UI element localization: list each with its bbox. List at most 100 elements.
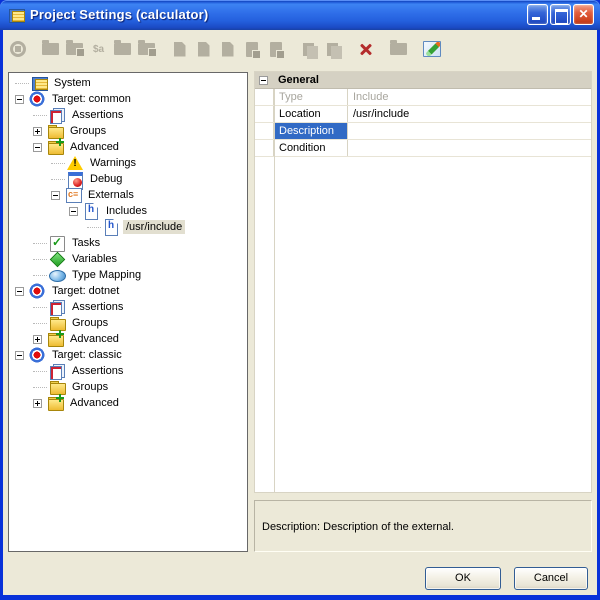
tree-item-variables[interactable]: Variables	[69, 252, 120, 266]
tree-row: Advanced	[9, 331, 247, 347]
property-value-location[interactable]: /usr/include	[348, 106, 591, 122]
property-row-condition: Condition	[255, 140, 591, 157]
tree-row: Target: dotnet	[9, 283, 247, 299]
tree-indent	[9, 211, 69, 212]
property-value-type[interactable]: Include	[348, 89, 591, 105]
folder-plus-icon	[47, 139, 63, 155]
tree-item-externals[interactable]: Externals	[85, 188, 137, 202]
document-1-icon	[170, 39, 189, 59]
tree-item-groups[interactable]: Groups	[69, 380, 111, 394]
property-name-type[interactable]: Type	[274, 89, 348, 105]
collapse-icon[interactable]	[51, 191, 60, 200]
tree-indent	[9, 387, 33, 388]
new-item-icon	[8, 39, 27, 59]
tree-row: Assertions	[9, 107, 247, 123]
tree-item-advanced[interactable]: Advanced	[67, 396, 122, 410]
folder-plus-icon	[47, 331, 63, 347]
tree-indent	[9, 243, 33, 244]
expand-icon[interactable]	[33, 127, 42, 136]
tree-connector-line	[51, 163, 65, 164]
target-icon	[29, 283, 45, 299]
tree-item-type-mapping[interactable]: Type Mapping	[69, 268, 144, 282]
tree-connector-line	[15, 83, 29, 84]
maximize-button[interactable]	[550, 4, 571, 25]
tree-item-system[interactable]: System	[51, 76, 94, 90]
tree-item-assertions[interactable]: Assertions	[69, 108, 126, 122]
tree-indent	[9, 403, 33, 404]
tree-row: Target: common	[9, 91, 247, 107]
property-value-description[interactable]	[348, 123, 591, 139]
tree-row: Advanced	[9, 395, 247, 411]
tree-row: Tasks	[9, 235, 247, 251]
tree-row: Assertions	[9, 299, 247, 315]
titlebar[interactable]: Project Settings (calculator)	[0, 0, 600, 30]
folder-icon	[49, 379, 65, 395]
edit-icon[interactable]	[422, 39, 441, 59]
tree-item-tasks[interactable]: Tasks	[69, 236, 103, 250]
tree-connector-line	[33, 387, 47, 388]
minimize-button[interactable]	[527, 4, 548, 25]
tree-item-target-dotnet[interactable]: Target: dotnet	[49, 284, 122, 298]
tree-row: /usr/include	[9, 219, 247, 235]
copy-icon	[299, 39, 318, 59]
folder-badge2-icon	[137, 39, 156, 59]
folder-icon	[113, 39, 132, 59]
cancel-button[interactable]: Cancel	[514, 567, 588, 590]
tree-row: Target: classic	[9, 347, 247, 363]
tree-item-advanced[interactable]: Advanced	[67, 332, 122, 346]
tree-connector-line	[87, 227, 101, 228]
assertions-icon	[49, 107, 65, 123]
paste-icon	[389, 39, 408, 59]
tree-item-groups[interactable]: Groups	[69, 316, 111, 330]
tree-item-target-classic[interactable]: Target: classic	[49, 348, 125, 362]
window-title: Project Settings (calculator)	[30, 0, 208, 30]
tree-item-debug[interactable]: Debug	[87, 172, 125, 186]
tree-row: Includes	[9, 203, 247, 219]
tree-item-groups[interactable]: Groups	[67, 124, 109, 138]
tree-item-advanced[interactable]: Advanced	[67, 140, 122, 154]
tree-indent	[9, 275, 33, 276]
ok-button[interactable]: OK	[425, 567, 501, 590]
tree-row: Groups	[9, 315, 247, 331]
type-mapping-icon	[49, 267, 65, 283]
tree-indent	[9, 227, 87, 228]
property-row-location: Location/usr/include	[255, 106, 591, 123]
settings-tree[interactable]: System Target: common Assertions Groups Adva…	[8, 72, 248, 552]
tree-item-assertions[interactable]: Assertions	[69, 300, 126, 314]
tree-item-assertions[interactable]: Assertions	[69, 364, 126, 378]
plus-badge-icon	[56, 138, 64, 146]
property-grid: General TypeIncludeLocation/usr/includeD…	[254, 71, 592, 493]
tree-item-target-common[interactable]: Target: common	[49, 92, 134, 106]
tree-indent	[9, 323, 33, 324]
tree-indent	[9, 115, 33, 116]
property-group-header[interactable]: General	[255, 72, 591, 89]
delete-icon[interactable]	[356, 39, 375, 59]
tree-connector-line	[33, 307, 47, 308]
row-gutter	[255, 140, 274, 156]
tree-item-includes[interactable]: Includes	[103, 204, 150, 218]
collapse-icon[interactable]	[15, 287, 24, 296]
collapse-icon[interactable]	[15, 351, 24, 360]
folder-plus-icon	[47, 395, 63, 411]
expand-icon[interactable]	[33, 335, 42, 344]
property-name-condition[interactable]: Condition	[274, 140, 348, 156]
collapse-icon[interactable]	[69, 207, 78, 216]
tree-item-warnings[interactable]: Warnings	[87, 156, 139, 170]
property-name-location[interactable]: Location	[274, 106, 348, 122]
tree-row: Externals	[9, 187, 247, 203]
collapse-icon[interactable]	[15, 95, 24, 104]
tree-row: Type Mapping	[9, 267, 247, 283]
collapse-icon[interactable]	[33, 143, 42, 152]
expand-icon[interactable]	[33, 399, 42, 408]
collapse-icon[interactable]	[259, 76, 268, 85]
h-file-icon	[83, 203, 99, 219]
close-button[interactable]	[573, 4, 594, 25]
tree-row: Groups	[9, 123, 247, 139]
property-value-condition[interactable]	[348, 140, 591, 156]
tree-indent	[9, 179, 51, 180]
system-icon	[31, 75, 47, 91]
tree-connector-line	[33, 259, 47, 260]
property-name-description[interactable]: Description	[274, 123, 348, 139]
tree-connector-line	[33, 371, 47, 372]
tree-item-usr-include[interactable]: /usr/include	[123, 220, 185, 234]
